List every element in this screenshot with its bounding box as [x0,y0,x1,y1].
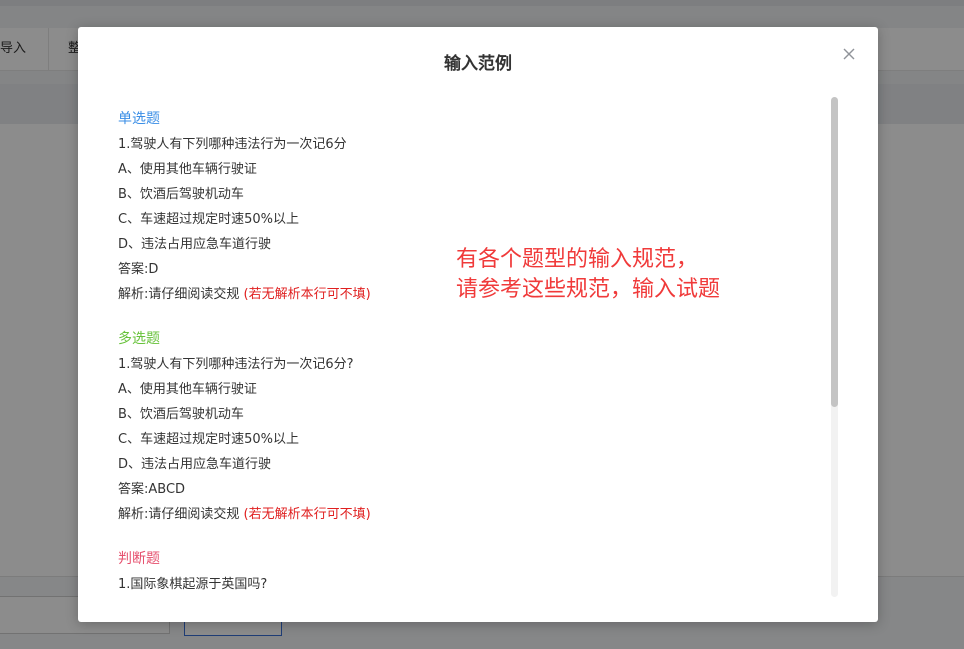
modal-title: 输入范例 [444,54,512,74]
analysis-note: (若无解析本行可不填) [243,507,371,522]
close-icon [840,45,858,63]
option-b: B、饮酒后驾驶机动车 [118,407,244,422]
answer-text: 答案:ABCD [118,482,186,497]
question-text: 1.国际象棋起源于英国吗? [118,577,268,592]
option-c: C、车速超过规定时速50%以上 [118,432,299,447]
option-b: B、饮酒后驾驶机动车 [118,187,244,202]
analysis-text: 解析:请仔细阅读交规 [118,507,240,522]
option-c: C、车速超过规定时速50%以上 [118,212,299,227]
modal-body: 单选题 1.驾驶人有下列哪种违法行为一次记6分 A、使用其他车辆行驶证 B、饮酒… [118,105,818,595]
scrollbar-track[interactable] [831,97,838,597]
option-a: A、使用其他车辆行驶证 [118,382,257,397]
option-a: A、使用其他车辆行驶证 [118,162,257,177]
section-true-false: 判断题 1.国际象棋起源于英国吗? [118,547,818,595]
analysis-line: 解析:请仔细阅读交规 (若无解析本行可不填) [118,502,818,527]
annotation-text: 有各个题型的输入规范， 请参考这些规范，输入试题 [456,245,796,305]
section-multiple-choice: 多选题 1.驾驶人有下列哪种违法行为一次记6分? A、使用其他车辆行驶证 B、饮… [118,327,818,527]
question-text: 1.驾驶人有下列哪种违法行为一次记6分? [118,357,354,372]
section-heading: 判断题 [118,551,160,567]
section-heading: 多选题 [118,331,160,347]
option-d: D、违法占用应急车道行驶 [118,457,272,472]
annotation-line-1: 有各个题型的输入规范， [456,247,699,272]
example-modal: 输入范例 单选题 1.驾驶人有下列哪种违法行为一次记6分 A、使用其他车辆行驶证… [78,27,878,622]
annotation-line-2: 请参考这些规范，输入试题 [456,277,721,302]
section-heading: 单选题 [118,111,160,127]
analysis-text: 解析:请仔细阅读交规 [118,287,240,302]
analysis-note: (若无解析本行可不填) [243,287,371,302]
scrollbar-thumb[interactable] [831,97,838,407]
question-text: 1.驾驶人有下列哪种违法行为一次记6分 [118,137,347,152]
close-button[interactable] [840,45,858,63]
